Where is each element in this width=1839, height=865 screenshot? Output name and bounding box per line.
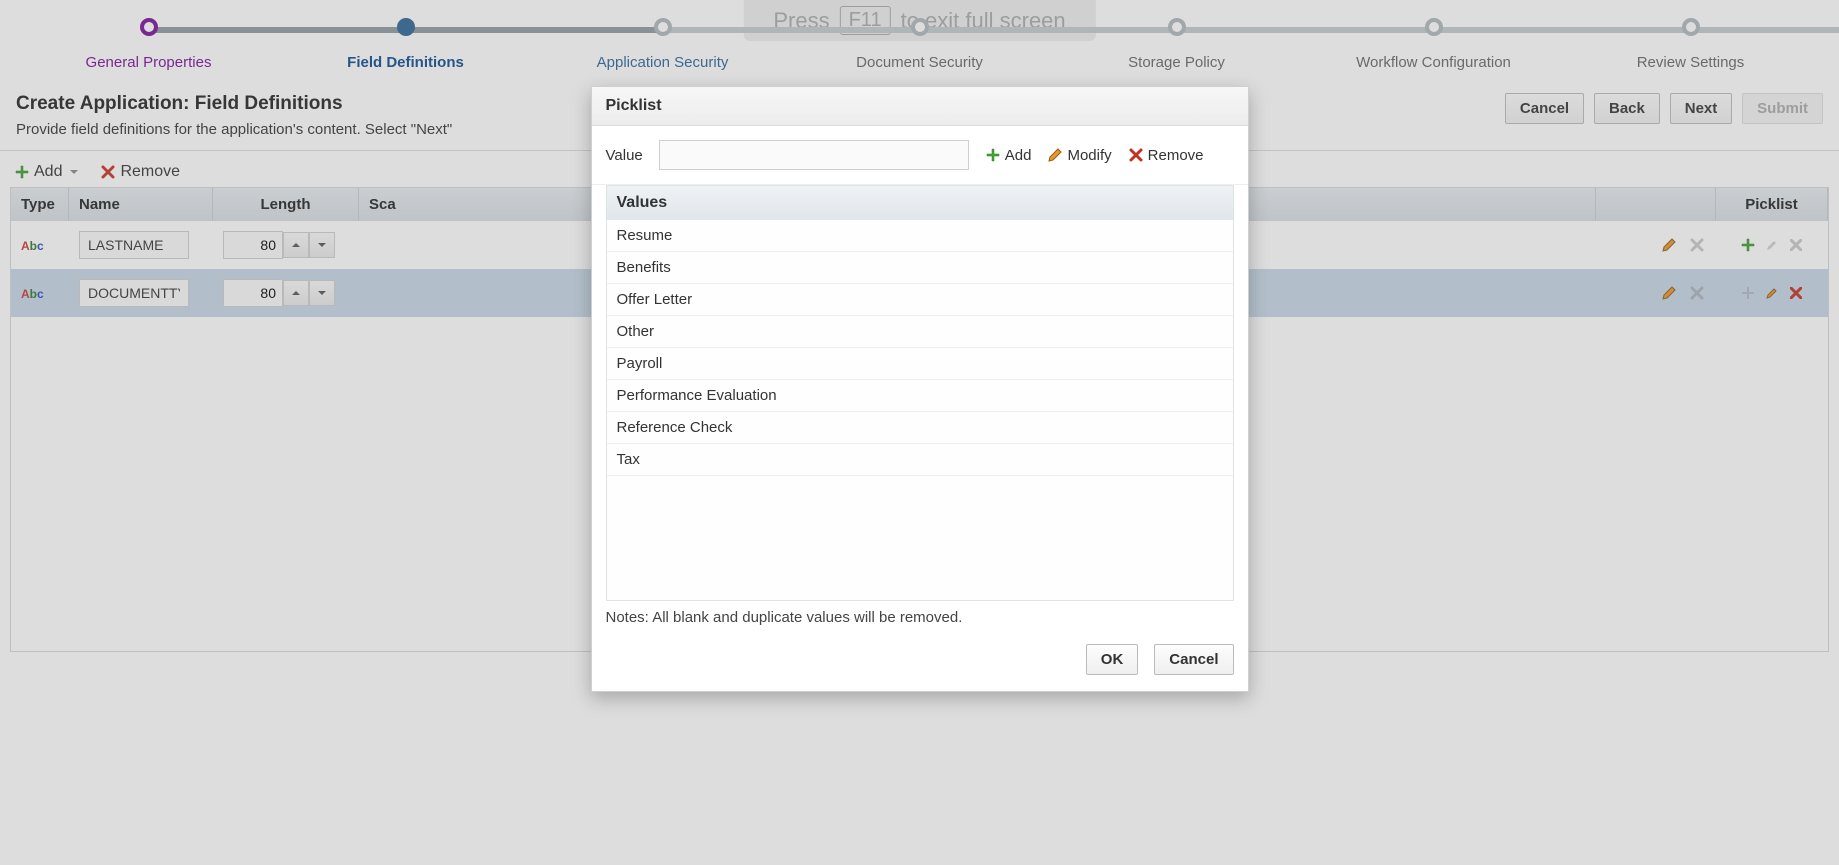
picklist-value[interactable]: Reference Check — [607, 412, 1233, 444]
values-header: Values — [607, 186, 1233, 220]
dialog-title: Picklist — [592, 87, 1248, 126]
picklist-value[interactable]: Offer Letter — [607, 284, 1233, 316]
value-input[interactable] — [659, 140, 969, 170]
plus-icon — [985, 147, 1001, 163]
picklist-modify-button[interactable]: Modify — [1047, 147, 1111, 164]
ok-button[interactable]: OK — [1086, 644, 1139, 675]
value-label: Value — [606, 147, 643, 164]
picklist-add-button[interactable]: Add — [985, 147, 1032, 164]
dialog-notes: Notes: All blank and duplicate values wi… — [592, 601, 1248, 634]
picklist-value[interactable]: Payroll — [607, 348, 1233, 380]
values-list[interactable]: Resume Benefits Offer Letter Other Payro… — [607, 220, 1233, 600]
picklist-dialog: Picklist Value Add Modify Remove Values … — [591, 86, 1249, 692]
picklist-value[interactable]: Benefits — [607, 252, 1233, 284]
picklist-value[interactable]: Resume — [607, 220, 1233, 252]
picklist-value[interactable]: Tax — [607, 444, 1233, 476]
remove-icon — [1128, 147, 1144, 163]
pencil-icon — [1047, 147, 1063, 163]
picklist-remove-button[interactable]: Remove — [1128, 147, 1204, 164]
picklist-value[interactable]: Performance Evaluation — [607, 380, 1233, 412]
dialog-cancel-button[interactable]: Cancel — [1154, 644, 1233, 675]
picklist-value[interactable]: Other — [607, 316, 1233, 348]
